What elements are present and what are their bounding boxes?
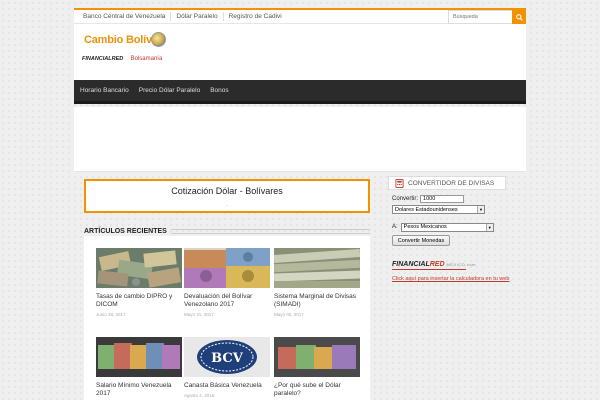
article-date: Agosto 4, 2016: [184, 393, 215, 398]
amount-input[interactable]: [420, 195, 465, 203]
article-thumbnail[interactable]: BCV: [184, 337, 270, 377]
convert-button[interactable]: Convertir Monedas: [392, 235, 450, 246]
convert-row: Convertir:: [392, 194, 512, 204]
article-thumbnail[interactable]: [184, 248, 270, 288]
money-pile-image: [96, 248, 182, 288]
bills-fan-image: [96, 337, 182, 377]
ad-banner-area: [74, 107, 526, 172]
article-thumbnail[interactable]: [274, 248, 360, 288]
partner-logos: FINANCIALRED · Bolsamanía: [82, 56, 162, 62]
financialred-logo[interactable]: FINANCIALRED: [82, 56, 123, 62]
currency-converter: Convertir: Dolares Estadounidenses ▼ A: …: [392, 194, 512, 246]
article-thumbnail[interactable]: [274, 337, 360, 377]
heading-divider: [170, 228, 370, 234]
article-title[interactable]: Tasas de cambio DIPRO y DICOM: [96, 293, 182, 309]
article-title[interactable]: Sistema Marginal de Divisas (SIMADI): [274, 293, 360, 309]
financialred-mexico-logo[interactable]: FINANCIALRED MÉXICO.com: [392, 261, 476, 268]
brand-underline: [392, 269, 466, 270]
site-header: Cambio Bolívar FINANCIALRED · Bolsamanía: [74, 24, 526, 80]
article-title[interactable]: Canasta Básica Venezuela: [184, 382, 270, 390]
partner-separator: ·: [126, 56, 128, 62]
recent-articles-label: ARTÍCULOS RECIENTES: [84, 227, 167, 235]
article-card[interactable]: Devaluación del Bolívar Venezolano 2017 …: [184, 248, 270, 317]
cotizacion-box: Cotización Dólar - Bolívares .: [84, 179, 370, 213]
article-card[interactable]: ¿Por qué sube el Dólar paralelo?: [274, 337, 360, 400]
banknotes-image: [184, 248, 270, 288]
nav-bonos[interactable]: Bonos: [210, 87, 228, 94]
article-title[interactable]: Devaluación del Bolívar Venezolano 2017: [184, 293, 270, 309]
to-currency-value: Pesos Mexicanos: [403, 224, 447, 230]
top-nav: Banco Central de Venezuela Dólar Paralel…: [74, 10, 287, 23]
nav-horario-bancario[interactable]: Horario Bancario: [80, 87, 129, 94]
cotizacion-title: Cotización Dólar - Bolívares: [171, 186, 283, 196]
article-thumbnail[interactable]: [96, 248, 182, 288]
to-currency-select[interactable]: Pesos Mexicanos ▼: [400, 222, 494, 232]
search-box: [448, 10, 526, 24]
coin-logo-icon: [151, 32, 166, 47]
recent-articles-heading: ARTÍCULOS RECIENTES: [84, 226, 370, 236]
chevron-down-icon: ▼: [485, 223, 493, 231]
top-link-dolar-paralelo[interactable]: Dólar Paralelo: [171, 12, 224, 21]
brand-accent: RED: [429, 261, 445, 268]
article-date: Mayo 02, 2017: [274, 312, 304, 317]
article-card[interactable]: Tasas de cambio DIPRO y DICOM Junio 28, …: [96, 248, 182, 317]
to-label: A:: [392, 224, 398, 230]
recent-articles-panel: Tasas de cambio DIPRO y DICOM Junio 28, …: [84, 236, 370, 400]
converter-widget-heading: Convertidor de Divisas: [388, 176, 506, 190]
search-input[interactable]: [448, 10, 512, 24]
converter-heading-label: Convertidor de Divisas: [408, 179, 495, 187]
from-currency-value: Dolares Estadounidenses: [395, 206, 458, 213]
brand-main: FINANCIAL: [392, 261, 430, 268]
article-date: Junio 28, 2017: [96, 312, 126, 317]
article-thumbnail[interactable]: [96, 337, 182, 377]
top-link-banco-central[interactable]: Banco Central de Venezuela: [78, 12, 172, 21]
embed-calculator-link[interactable]: Click aquí para insertar la calculadora …: [392, 276, 510, 283]
bolsamania-logo[interactable]: Bolsamanía: [131, 56, 163, 62]
search-button[interactable]: [512, 10, 526, 24]
bcv-seal-image: BCV: [184, 337, 270, 377]
to-row: A: Pesos Mexicanos ▼: [392, 222, 512, 232]
from-currency-select[interactable]: Dolares Estadounidenses ▼: [392, 205, 485, 214]
search-icon: [515, 13, 523, 21]
bills-hand-image: [274, 337, 360, 377]
article-title[interactable]: ¿Por qué sube el Dólar paralelo?: [274, 382, 360, 398]
top-link-registro-cadivi[interactable]: Registro de Cadivi: [224, 12, 287, 21]
convert-label: Convertir:: [392, 196, 419, 202]
top-bar: Banco Central de Venezuela Dólar Paralel…: [74, 8, 526, 24]
article-card[interactable]: Sistema Marginal de Divisas (SIMADI) May…: [274, 248, 360, 317]
chevron-down-icon: ▼: [477, 206, 484, 213]
brand-suffix: MÉXICO.com: [446, 262, 476, 267]
bcv-seal-text: BCV: [211, 351, 244, 366]
calculator-icon: [395, 178, 404, 188]
article-title[interactable]: Salario Mínimo Venezuela 2017: [96, 382, 182, 398]
article-card[interactable]: BCV Canasta Básica Venezuela Agosto 4, 2…: [184, 337, 270, 398]
article-date: Mayo 31, 2017: [184, 312, 214, 317]
main-nav: Horario Bancario Precio Dólar Paralelo B…: [74, 80, 526, 104]
cotizacion-content: .: [226, 202, 228, 208]
dollar-stack-image: [274, 248, 360, 288]
article-card[interactable]: Salario Mínimo Venezuela 2017: [96, 337, 182, 400]
nav-precio-dolar-paralelo[interactable]: Precio Dólar Paralelo: [139, 87, 200, 94]
